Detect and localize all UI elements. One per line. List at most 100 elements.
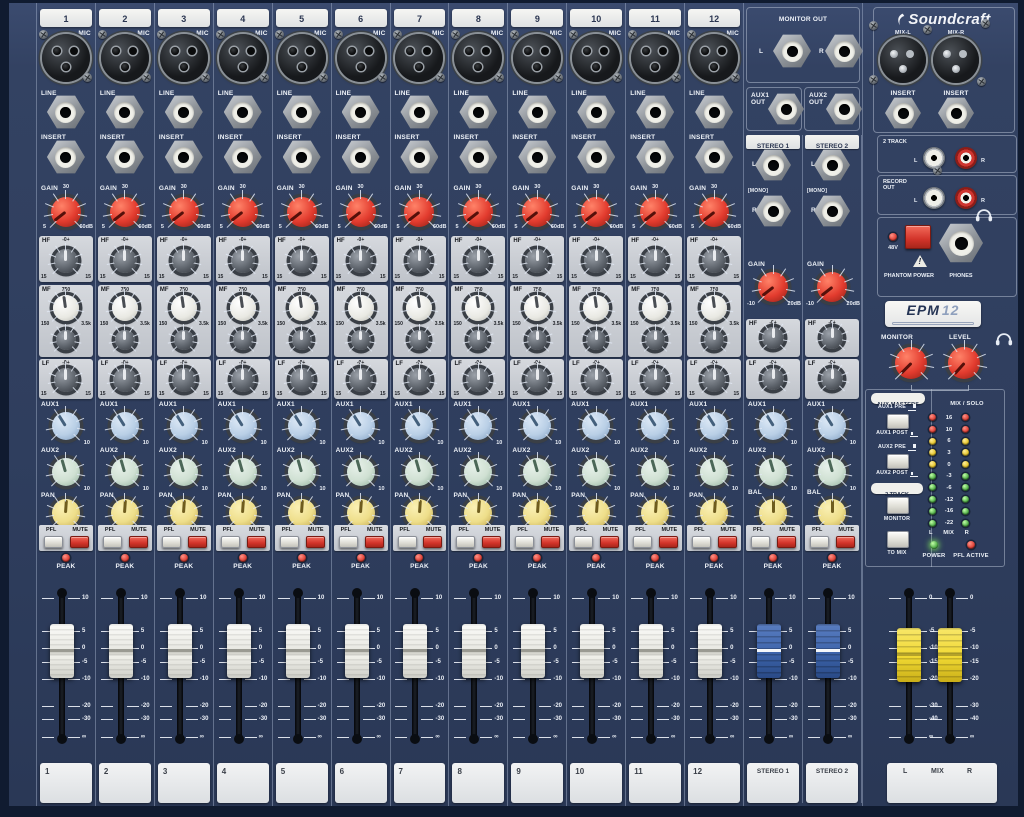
mf-gain-knob[interactable] (168, 324, 200, 356)
mute-button[interactable] (482, 536, 502, 548)
mf-gain-knob[interactable] (403, 324, 436, 356)
mf-gain-knob[interactable] (521, 324, 554, 356)
fader-cap[interactable] (580, 624, 605, 678)
phones-level-knob[interactable] (941, 340, 987, 386)
fader-cap[interactable] (816, 624, 840, 678)
mix-right-fader[interactable]: 0 -5 -10 -15 -20 -30 -40 ∞ (928, 578, 980, 750)
hf-knob[interactable] (342, 243, 379, 279)
aux1-pre-post-button[interactable] (887, 414, 909, 429)
aux1-knob[interactable] (576, 406, 616, 446)
aux2-knob[interactable] (576, 452, 616, 492)
channel-fader[interactable]: 10 5 0 -5 -10 -20 -30 ∞ (626, 578, 684, 750)
pfl-button[interactable] (633, 536, 653, 548)
mf-frequency-knob[interactable] (636, 289, 674, 327)
hf-knob[interactable] (578, 243, 615, 279)
mf-gain-knob[interactable] (285, 324, 318, 356)
lf-knob[interactable] (401, 362, 438, 398)
aux2-knob[interactable] (694, 452, 734, 492)
mf-frequency-knob[interactable] (577, 289, 615, 327)
mf-frequency-knob[interactable] (518, 289, 557, 327)
pfl-button[interactable] (456, 536, 476, 548)
aux2-knob[interactable] (340, 452, 381, 492)
mf-frequency-knob[interactable] (165, 289, 203, 327)
monitor-level-knob[interactable] (888, 340, 934, 386)
aux1-knob[interactable] (635, 406, 675, 446)
aux2-knob[interactable] (46, 452, 86, 492)
stereo-fader[interactable]: 10 5 0 -5 -10 -20 -30 ∞ (803, 578, 861, 750)
fader-cap[interactable] (167, 624, 192, 678)
stereo-fader[interactable]: 10 5 0 -5 -10 -20 -30 ∞ (744, 578, 802, 750)
lf-knob[interactable] (578, 362, 615, 398)
two-track-monitor-button[interactable] (887, 497, 909, 514)
mf-gain-knob[interactable] (698, 324, 730, 356)
fader-cap[interactable] (285, 624, 310, 678)
fader-cap[interactable] (344, 624, 369, 678)
fader-cap[interactable] (938, 628, 962, 682)
pfl-button[interactable] (397, 536, 417, 548)
aux2-knob[interactable] (399, 452, 440, 492)
mf-gain-knob[interactable] (109, 324, 141, 356)
mf-frequency-knob[interactable] (341, 289, 380, 327)
fader-cap[interactable] (226, 624, 251, 678)
mf-gain-knob[interactable] (462, 324, 495, 356)
stereo-aux1-knob[interactable] (812, 406, 852, 446)
hf-knob[interactable] (48, 243, 84, 279)
mf-gain-knob[interactable] (344, 324, 377, 356)
pfl-button[interactable] (161, 536, 181, 548)
hf-knob[interactable] (637, 243, 673, 279)
fader-cap[interactable] (403, 624, 428, 678)
aux2-knob[interactable] (105, 452, 145, 492)
lf-knob[interactable] (48, 362, 84, 398)
fader-cap[interactable] (108, 624, 133, 678)
aux1-knob[interactable] (223, 406, 263, 446)
pfl-button[interactable] (515, 536, 535, 548)
mute-button[interactable] (600, 536, 620, 548)
aux1-knob[interactable] (399, 406, 440, 446)
mute-button[interactable] (777, 536, 796, 548)
pfl-button[interactable] (279, 536, 299, 548)
channel-fader[interactable]: 10 5 0 -5 -10 -20 -30 ∞ (391, 578, 449, 750)
mute-button[interactable] (69, 536, 89, 548)
mute-button[interactable] (718, 536, 738, 548)
hf-knob[interactable] (696, 243, 732, 279)
mf-gain-knob[interactable] (50, 324, 82, 356)
mute-button[interactable] (305, 536, 325, 548)
mf-frequency-knob[interactable] (459, 289, 498, 327)
mf-gain-knob[interactable] (580, 324, 613, 356)
pfl-button[interactable] (692, 536, 712, 548)
lf-knob[interactable] (519, 362, 556, 398)
mf-frequency-knob[interactable] (695, 289, 733, 327)
stereo-hf-knob[interactable] (756, 321, 790, 355)
stereo-hf-knob[interactable] (815, 321, 849, 355)
pfl-button[interactable] (338, 536, 358, 548)
channel-fader[interactable]: 10 5 0 -5 -10 -20 -30 ∞ (96, 578, 154, 750)
pfl-button[interactable] (102, 536, 122, 548)
aux1-knob[interactable] (281, 406, 322, 446)
hf-knob[interactable] (107, 243, 143, 279)
lf-knob[interactable] (107, 362, 143, 398)
channel-fader[interactable]: 10 5 0 -5 -10 -20 -30 ∞ (685, 578, 743, 750)
mute-button[interactable] (423, 536, 443, 548)
mute-button[interactable] (246, 536, 266, 548)
to-mix-button[interactable] (887, 531, 909, 548)
aux1-knob[interactable] (517, 406, 558, 446)
stereo-lf-knob[interactable] (815, 362, 849, 396)
pfl-button[interactable] (751, 536, 770, 548)
hf-knob[interactable] (519, 243, 556, 279)
mf-frequency-knob[interactable] (282, 289, 321, 327)
lf-knob[interactable] (342, 362, 379, 398)
aux2-knob[interactable] (223, 452, 263, 492)
hf-knob[interactable] (401, 243, 438, 279)
aux2-pre-post-button[interactable] (887, 454, 909, 469)
lf-knob[interactable] (283, 362, 320, 398)
hf-knob[interactable] (224, 243, 261, 279)
aux2-knob[interactable] (458, 452, 499, 492)
aux1-knob[interactable] (694, 406, 734, 446)
aux1-knob[interactable] (340, 406, 381, 446)
mf-frequency-knob[interactable] (47, 289, 85, 327)
pfl-button[interactable] (220, 536, 240, 548)
mf-frequency-knob[interactable] (223, 289, 262, 327)
pfl-button[interactable] (810, 536, 829, 548)
channel-fader[interactable]: 10 5 0 -5 -10 -20 -30 ∞ (508, 578, 566, 750)
channel-fader[interactable]: 10 5 0 -5 -10 -20 -30 ∞ (155, 578, 213, 750)
